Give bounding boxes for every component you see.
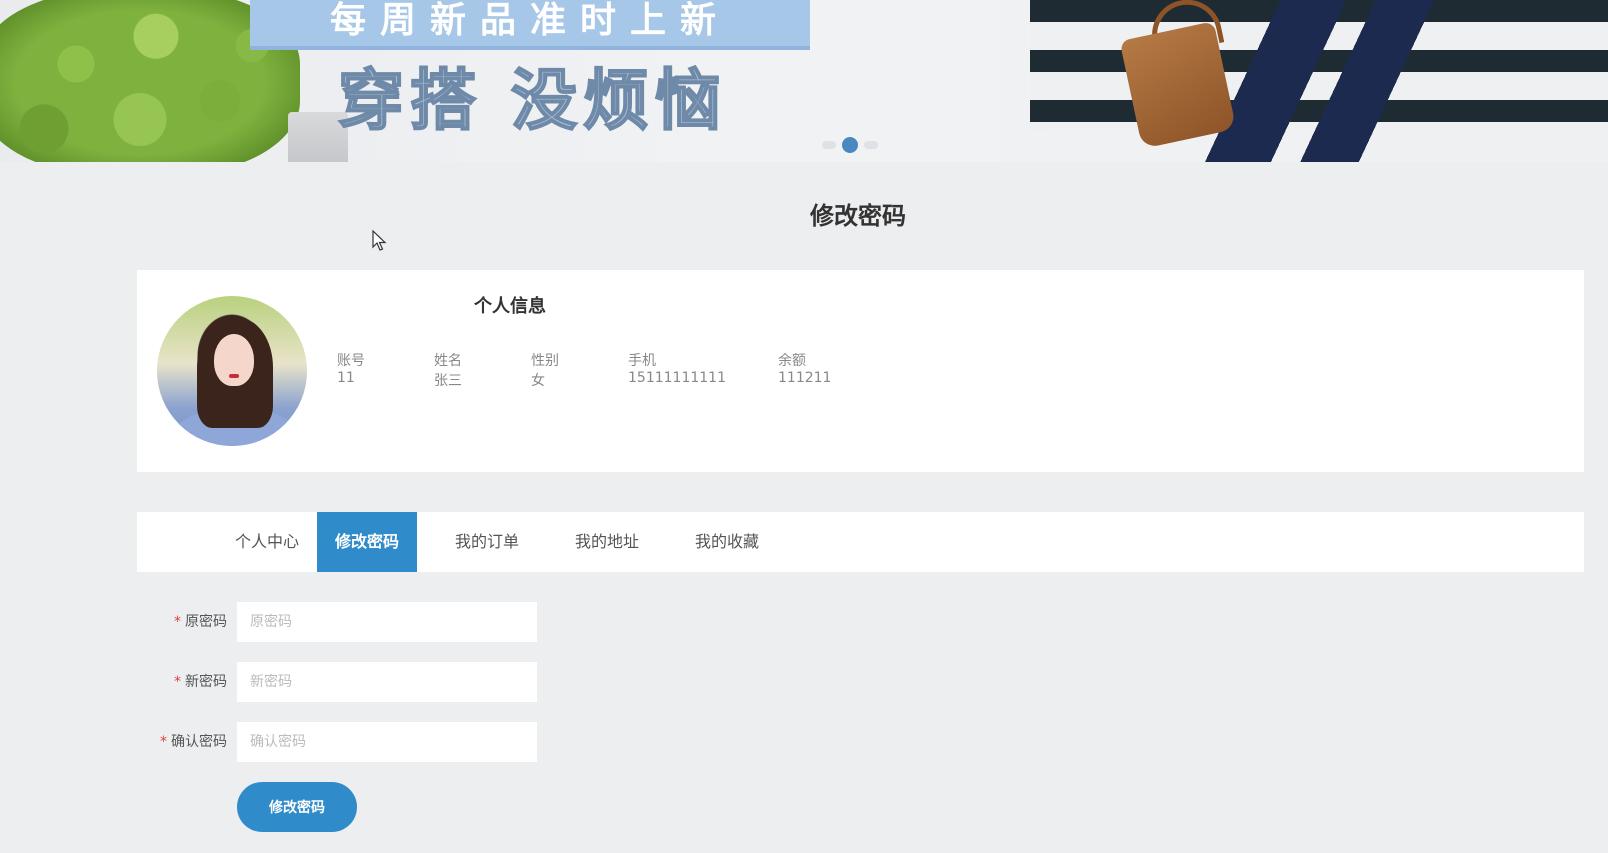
- carousel-dot[interactable]: [822, 141, 836, 149]
- info-value: 15111111111: [628, 370, 726, 386]
- profile-card: 个人信息 账号 11 姓名 张三 性别 女 手机 15111111111 余额 …: [137, 270, 1584, 472]
- info-value: 张三: [434, 373, 462, 389]
- change-password-button[interactable]: 修改密码: [237, 782, 357, 832]
- required-mark: *: [174, 674, 181, 690]
- new-password-label: * 新密码: [137, 662, 227, 702]
- tab-my-orders[interactable]: 我的订单: [437, 512, 537, 572]
- banner-headline: 每周新品准时上新: [329, 0, 730, 41]
- profile-title: 个人信息: [474, 296, 546, 317]
- mouse-cursor-icon: [372, 230, 387, 251]
- required-mark: *: [160, 734, 167, 750]
- info-field-balance: 余额 111211: [778, 350, 831, 390]
- old-password-label: * 原密码: [137, 602, 227, 642]
- carousel-dot[interactable]: [864, 141, 878, 149]
- info-value: 11: [337, 370, 355, 386]
- avatar-lips: [229, 374, 239, 378]
- new-password-label-text: 新密码: [185, 674, 227, 690]
- avatar-face: [214, 334, 254, 386]
- tab-change-password[interactable]: 修改密码: [317, 512, 417, 572]
- confirm-password-label: * 确认密码: [137, 722, 227, 762]
- old-password-input[interactable]: [237, 602, 537, 642]
- tab-my-favorites[interactable]: 我的收藏: [677, 512, 777, 572]
- avatar: [157, 296, 307, 446]
- info-label: 姓名: [434, 353, 462, 369]
- carousel-indicator: [822, 137, 878, 153]
- required-mark: *: [174, 614, 181, 630]
- form-row-confirm-password: * 确认密码: [137, 722, 227, 762]
- tab-user-center[interactable]: 个人中心: [217, 512, 317, 572]
- form-row-new-password: * 新密码: [137, 662, 227, 702]
- confirm-password-input[interactable]: [237, 722, 537, 762]
- info-label: 性别: [531, 353, 559, 369]
- info-value: 111211: [778, 370, 832, 386]
- info-value: 女: [531, 373, 545, 389]
- form-row-old-password: * 原密码: [137, 602, 227, 642]
- info-field-account: 账号 11: [337, 350, 365, 390]
- info-field-name: 姓名 张三: [434, 350, 462, 390]
- old-password-label-text: 原密码: [185, 614, 227, 630]
- carousel-dot-active[interactable]: [842, 137, 858, 153]
- tab-my-address[interactable]: 我的地址: [557, 512, 657, 572]
- info-label: 账号: [337, 353, 365, 369]
- info-label: 手机: [628, 353, 656, 369]
- page-title: 修改密码: [810, 202, 906, 230]
- banner-slogan: 穿搭 没烦恼: [337, 61, 727, 140]
- banner-carousel[interactable]: 每周新品准时上新 穿搭 没烦恼: [0, 0, 1608, 162]
- info-field-gender: 性别 女: [531, 350, 559, 390]
- confirm-password-label-text: 确认密码: [171, 734, 227, 750]
- info-label: 余额: [778, 353, 806, 369]
- user-tabs: 个人中心 修改密码 我的订单 我的地址 我的收藏: [137, 512, 1584, 572]
- info-field-phone: 手机 15111111111: [628, 350, 726, 390]
- new-password-input[interactable]: [237, 662, 537, 702]
